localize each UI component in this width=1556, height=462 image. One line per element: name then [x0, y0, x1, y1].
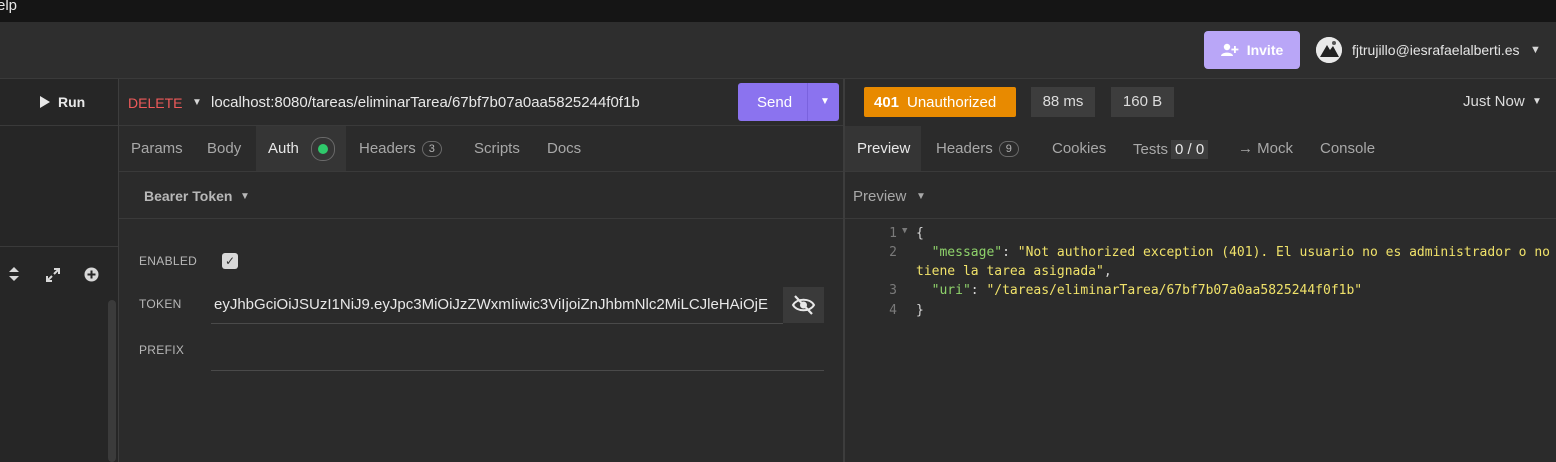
avatar-image: [1316, 37, 1342, 63]
invite-button[interactable]: Invite: [1204, 31, 1300, 69]
send-button[interactable]: Send ▼: [738, 83, 839, 121]
line-number: 4: [889, 303, 897, 318]
json-line-uri: "uri": "/tareas/eliminarTarea/67bf7b07a0…: [931, 283, 1363, 298]
sort-icon[interactable]: [8, 266, 20, 285]
tab-cookies[interactable]: Cookies: [1052, 140, 1106, 157]
json-key: "uri": [931, 283, 971, 298]
tab-response-headers[interactable]: Headers 9: [936, 140, 1019, 158]
tab-params[interactable]: Params: [131, 140, 183, 157]
json-value-cont: tiene la tarea asignada": [916, 264, 1104, 279]
tab-auth[interactable]: Auth: [268, 140, 299, 157]
response-time: 88 ms: [1031, 87, 1095, 117]
line-number: 2: [889, 245, 897, 260]
headers-count-badge: 3: [421, 141, 442, 158]
token-input[interactable]: eyJhbGciOiJSUzI1NiJ9.eyJpc3MiOiJzZWxmIiw…: [211, 287, 783, 324]
tab-docs[interactable]: Docs: [547, 140, 581, 157]
json-value: "Not authorized exception (401). El usua…: [1017, 245, 1550, 260]
tab-headers[interactable]: Headers 3: [359, 140, 442, 158]
eye-off-icon: [791, 295, 816, 315]
tab-headers-label: Headers: [359, 140, 416, 157]
url-input[interactable]: localhost:8080/tareas/eliminarTarea/67bf…: [211, 94, 640, 111]
preview-mode-select[interactable]: Preview: [853, 188, 906, 205]
status-dot-icon: [318, 144, 328, 154]
menubar: elp: [0, 0, 1556, 22]
tab-preview[interactable]: Preview: [857, 140, 910, 157]
send-label: Send: [757, 94, 793, 111]
line-number: 3: [889, 283, 897, 298]
auth-type-select[interactable]: Bearer Token: [144, 188, 232, 204]
user-avatar[interactable]: [1316, 37, 1342, 63]
line-number: 1: [889, 226, 897, 241]
expand-icon[interactable]: [45, 267, 61, 286]
prefix-label: PREFIX: [139, 343, 185, 357]
sidebar-divider: [0, 125, 118, 126]
fold-icon[interactable]: ▼: [902, 226, 907, 236]
sidebar-scrollbar[interactable]: [108, 300, 116, 462]
auth-enabled-indicator: [311, 137, 335, 161]
tab-tests-label: Tests: [1133, 141, 1169, 158]
tests-count: 0 / 0: [1171, 140, 1209, 159]
json-key: "message": [931, 245, 1003, 260]
response-body-viewer[interactable]: 1 ▼ 2 3 4 { "message": "Not authorized e…: [845, 219, 1556, 462]
chevron-down-icon[interactable]: ▼: [1532, 96, 1542, 107]
response-history-select[interactable]: Just Now: [1463, 93, 1525, 110]
json-open-brace: {: [916, 226, 924, 241]
json-value: tiene la tarea asignada",: [916, 264, 1112, 279]
run-button[interactable]: Run: [40, 94, 85, 110]
prefix-input[interactable]: [211, 332, 824, 371]
divider: [119, 218, 844, 219]
tab-scripts[interactable]: Scripts: [474, 140, 520, 157]
enabled-label: ENABLED: [139, 254, 198, 268]
token-value: eyJhbGciOiJSUzI1NiJ9.eyJpc3MiOiJzZWxmIiw…: [214, 296, 769, 313]
play-icon: [40, 96, 50, 108]
menu-help[interactable]: elp: [0, 0, 17, 14]
tab-console[interactable]: Console: [1320, 140, 1375, 157]
tab-tests[interactable]: Tests 0 / 0: [1133, 140, 1209, 159]
add-icon[interactable]: [84, 267, 99, 285]
tab-response-headers-label: Headers: [936, 140, 993, 157]
tab-body[interactable]: Body: [207, 140, 241, 157]
status-text: Unauthorized: [907, 94, 997, 111]
token-label: TOKEN: [139, 297, 182, 311]
json-close-brace: }: [916, 303, 924, 318]
user-email[interactable]: fjtrujillo@iesrafaelalberti.es: [1352, 42, 1520, 58]
json-line-message: "message": "Not authorized exception (40…: [931, 245, 1550, 260]
sidebar-divider: [0, 246, 118, 247]
json-value: "/tareas/eliminarTarea/67bf7b07a0aa58252…: [986, 283, 1363, 298]
invite-label: Invite: [1246, 42, 1284, 58]
chevron-down-icon[interactable]: ▼: [240, 191, 250, 202]
chevron-down-icon[interactable]: ▼: [192, 97, 202, 108]
send-separator: [807, 83, 808, 121]
add-user-icon: [1220, 43, 1239, 56]
response-headers-count-badge: 9: [998, 141, 1019, 158]
chevron-down-icon[interactable]: ▼: [916, 191, 926, 202]
chevron-down-icon[interactable]: ▼: [820, 96, 830, 107]
status-code: 401: [874, 94, 900, 111]
run-label: Run: [58, 94, 86, 110]
enabled-checkbox[interactable]: ✓: [222, 253, 238, 269]
tab-mock[interactable]: → Mock: [1238, 140, 1293, 157]
toggle-visibility-button[interactable]: [783, 287, 824, 323]
response-size: 160 B: [1111, 87, 1174, 117]
chevron-down-icon[interactable]: ▼: [1530, 44, 1541, 56]
http-method[interactable]: DELETE: [128, 95, 182, 111]
status-badge: 401 Unauthorized: [864, 87, 1016, 117]
